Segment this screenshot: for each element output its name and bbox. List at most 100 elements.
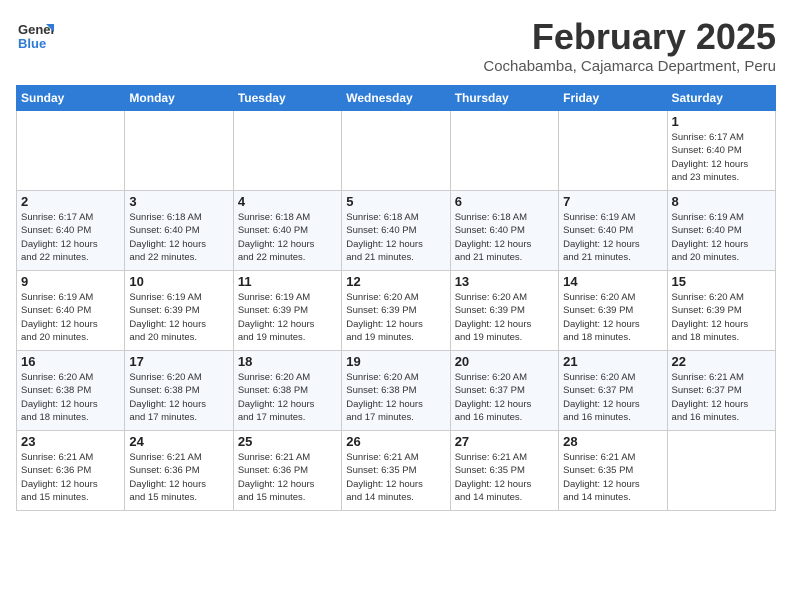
- day-number: 27: [455, 434, 554, 449]
- day-info: Sunrise: 6:20 AM Sunset: 6:37 PM Dayligh…: [563, 371, 662, 424]
- day-number: 3: [129, 194, 228, 209]
- calendar-cell: 11 Sunrise: 6:19 AM Sunset: 6:39 PM Dayli…: [233, 271, 341, 351]
- calendar-cell: 15Sunrise: 6:20 AM Sunset: 6:39 PM Dayli…: [667, 271, 775, 351]
- day-info: Sunrise: 6:19 AM Sunset: 6:40 PM Dayligh…: [21, 291, 120, 344]
- day-number: 9: [21, 274, 120, 289]
- weekday-header: Sunday: [17, 86, 125, 111]
- calendar-week-row: 16 Sunrise: 6:20 AM Sunset: 6:38 PM Dayli…: [17, 351, 776, 431]
- weekday-header: Friday: [559, 86, 667, 111]
- calendar-cell: 1 Sunrise: 6:17 AM Sunset: 6:40 PM Daylig…: [667, 111, 775, 191]
- calendar-cell: 7Sunrise: 6:19 AM Sunset: 6:40 PM Daylig…: [559, 191, 667, 271]
- calendar-week-row: 23 Sunrise: 6:21 AM Sunset: 6:36 PM Dayli…: [17, 431, 776, 511]
- page-header: General Blue February 2025 Cochabamba, C…: [16, 16, 776, 75]
- day-info: Sunrise: 6:21 AM Sunset: 6:36 PM Dayligh…: [21, 451, 120, 504]
- logo-icon: General Blue: [16, 16, 54, 54]
- day-number: 21: [563, 354, 662, 369]
- day-info: Sunrise: 6:19 AM Sunset: 6:40 PM Dayligh…: [672, 211, 771, 264]
- calendar-table: SundayMondayTuesdayWednesdayThursdayFrid…: [16, 85, 776, 511]
- calendar-cell: 13 Sunrise: 6:20 AM Sunset: 6:39 PM Dayli…: [450, 271, 558, 351]
- day-number: 7: [563, 194, 662, 209]
- calendar-cell: 18 Sunrise: 6:20 AM Sunset: 6:38 PM Dayli…: [233, 351, 341, 431]
- calendar-cell: 21 Sunrise: 6:20 AM Sunset: 6:37 PM Dayli…: [559, 351, 667, 431]
- weekday-header: Thursday: [450, 86, 558, 111]
- page-title: February 2025: [483, 16, 776, 58]
- day-number: 26: [346, 434, 445, 449]
- day-number: 10: [129, 274, 228, 289]
- calendar-cell: 6Sunrise: 6:18 AM Sunset: 6:40 PM Daylig…: [450, 191, 558, 271]
- svg-text:Blue: Blue: [18, 36, 46, 51]
- day-info: Sunrise: 6:17 AM Sunset: 6:40 PM Dayligh…: [672, 131, 771, 184]
- day-info: Sunrise: 6:20 AM Sunset: 6:38 PM Dayligh…: [21, 371, 120, 424]
- day-number: 8: [672, 194, 771, 209]
- day-number: 14: [563, 274, 662, 289]
- weekday-header: Wednesday: [342, 86, 450, 111]
- day-number: 23: [21, 434, 120, 449]
- calendar-cell: 3Sunrise: 6:18 AM Sunset: 6:40 PM Daylig…: [125, 191, 233, 271]
- calendar-cell: 25 Sunrise: 6:21 AM Sunset: 6:36 PM Dayli…: [233, 431, 341, 511]
- day-number: 19: [346, 354, 445, 369]
- calendar-cell: 26Sunrise: 6:21 AM Sunset: 6:35 PM Dayli…: [342, 431, 450, 511]
- day-info: Sunrise: 6:21 AM Sunset: 6:37 PM Dayligh…: [672, 371, 771, 424]
- weekday-header: Tuesday: [233, 86, 341, 111]
- page-subtitle: Cochabamba, Cajamarca Department, Peru: [483, 58, 776, 75]
- day-number: 22: [672, 354, 771, 369]
- calendar-week-row: 9 Sunrise: 6:19 AM Sunset: 6:40 PM Daylig…: [17, 271, 776, 351]
- day-info: Sunrise: 6:17 AM Sunset: 6:40 PM Dayligh…: [21, 211, 120, 264]
- day-number: 12: [346, 274, 445, 289]
- day-info: Sunrise: 6:20 AM Sunset: 6:38 PM Dayligh…: [346, 371, 445, 424]
- day-info: Sunrise: 6:21 AM Sunset: 6:35 PM Dayligh…: [455, 451, 554, 504]
- day-info: Sunrise: 6:20 AM Sunset: 6:39 PM Dayligh…: [672, 291, 771, 344]
- day-number: 25: [238, 434, 337, 449]
- day-number: 6: [455, 194, 554, 209]
- day-info: Sunrise: 6:20 AM Sunset: 6:38 PM Dayligh…: [238, 371, 337, 424]
- calendar-cell: 17 Sunrise: 6:20 AM Sunset: 6:38 PM Dayli…: [125, 351, 233, 431]
- day-info: Sunrise: 6:20 AM Sunset: 6:39 PM Dayligh…: [563, 291, 662, 344]
- day-info: Sunrise: 6:20 AM Sunset: 6:39 PM Dayligh…: [455, 291, 554, 344]
- day-number: 28: [563, 434, 662, 449]
- day-info: Sunrise: 6:19 AM Sunset: 6:39 PM Dayligh…: [238, 291, 337, 344]
- calendar-cell: 8 Sunrise: 6:19 AM Sunset: 6:40 PM Daylig…: [667, 191, 775, 271]
- day-number: 18: [238, 354, 337, 369]
- calendar-cell: 5 Sunrise: 6:18 AM Sunset: 6:40 PM Daylig…: [342, 191, 450, 271]
- day-number: 24: [129, 434, 228, 449]
- calendar-cell: 27 Sunrise: 6:21 AM Sunset: 6:35 PM Dayli…: [450, 431, 558, 511]
- calendar-cell: [342, 111, 450, 191]
- calendar-cell: 2 Sunrise: 6:17 AM Sunset: 6:40 PM Daylig…: [17, 191, 125, 271]
- calendar-week-row: 1 Sunrise: 6:17 AM Sunset: 6:40 PM Daylig…: [17, 111, 776, 191]
- day-info: Sunrise: 6:21 AM Sunset: 6:36 PM Dayligh…: [238, 451, 337, 504]
- calendar-cell: 14 Sunrise: 6:20 AM Sunset: 6:39 PM Dayli…: [559, 271, 667, 351]
- calendar-cell: 12 Sunrise: 6:20 AM Sunset: 6:39 PM Dayli…: [342, 271, 450, 351]
- day-number: 2: [21, 194, 120, 209]
- calendar-cell: 28Sunrise: 6:21 AM Sunset: 6:35 PM Dayli…: [559, 431, 667, 511]
- calendar-cell: [559, 111, 667, 191]
- logo: General Blue: [16, 16, 54, 54]
- calendar-cell: 9 Sunrise: 6:19 AM Sunset: 6:40 PM Daylig…: [17, 271, 125, 351]
- calendar-cell: 20 Sunrise: 6:20 AM Sunset: 6:37 PM Dayli…: [450, 351, 558, 431]
- day-number: 5: [346, 194, 445, 209]
- calendar-cell: 4 Sunrise: 6:18 AM Sunset: 6:40 PM Daylig…: [233, 191, 341, 271]
- weekday-header-row: SundayMondayTuesdayWednesdayThursdayFrid…: [17, 86, 776, 111]
- calendar-cell: 16 Sunrise: 6:20 AM Sunset: 6:38 PM Dayli…: [17, 351, 125, 431]
- calendar-cell: [125, 111, 233, 191]
- calendar-cell: 23 Sunrise: 6:21 AM Sunset: 6:36 PM Dayli…: [17, 431, 125, 511]
- weekday-header: Monday: [125, 86, 233, 111]
- day-number: 4: [238, 194, 337, 209]
- day-number: 11: [238, 274, 337, 289]
- title-area: February 2025 Cochabamba, Cajamarca Depa…: [483, 16, 776, 75]
- calendar-cell: [233, 111, 341, 191]
- day-info: Sunrise: 6:21 AM Sunset: 6:36 PM Dayligh…: [129, 451, 228, 504]
- calendar-cell: [667, 431, 775, 511]
- day-info: Sunrise: 6:18 AM Sunset: 6:40 PM Dayligh…: [238, 211, 337, 264]
- calendar-cell: 10Sunrise: 6:19 AM Sunset: 6:39 PM Dayli…: [125, 271, 233, 351]
- day-info: Sunrise: 6:18 AM Sunset: 6:40 PM Dayligh…: [346, 211, 445, 264]
- day-info: Sunrise: 6:20 AM Sunset: 6:37 PM Dayligh…: [455, 371, 554, 424]
- day-number: 13: [455, 274, 554, 289]
- day-info: Sunrise: 6:20 AM Sunset: 6:39 PM Dayligh…: [346, 291, 445, 344]
- day-number: 1: [672, 114, 771, 129]
- day-number: 16: [21, 354, 120, 369]
- calendar-week-row: 2 Sunrise: 6:17 AM Sunset: 6:40 PM Daylig…: [17, 191, 776, 271]
- calendar-cell: [17, 111, 125, 191]
- day-number: 20: [455, 354, 554, 369]
- day-number: 17: [129, 354, 228, 369]
- day-info: Sunrise: 6:20 AM Sunset: 6:38 PM Dayligh…: [129, 371, 228, 424]
